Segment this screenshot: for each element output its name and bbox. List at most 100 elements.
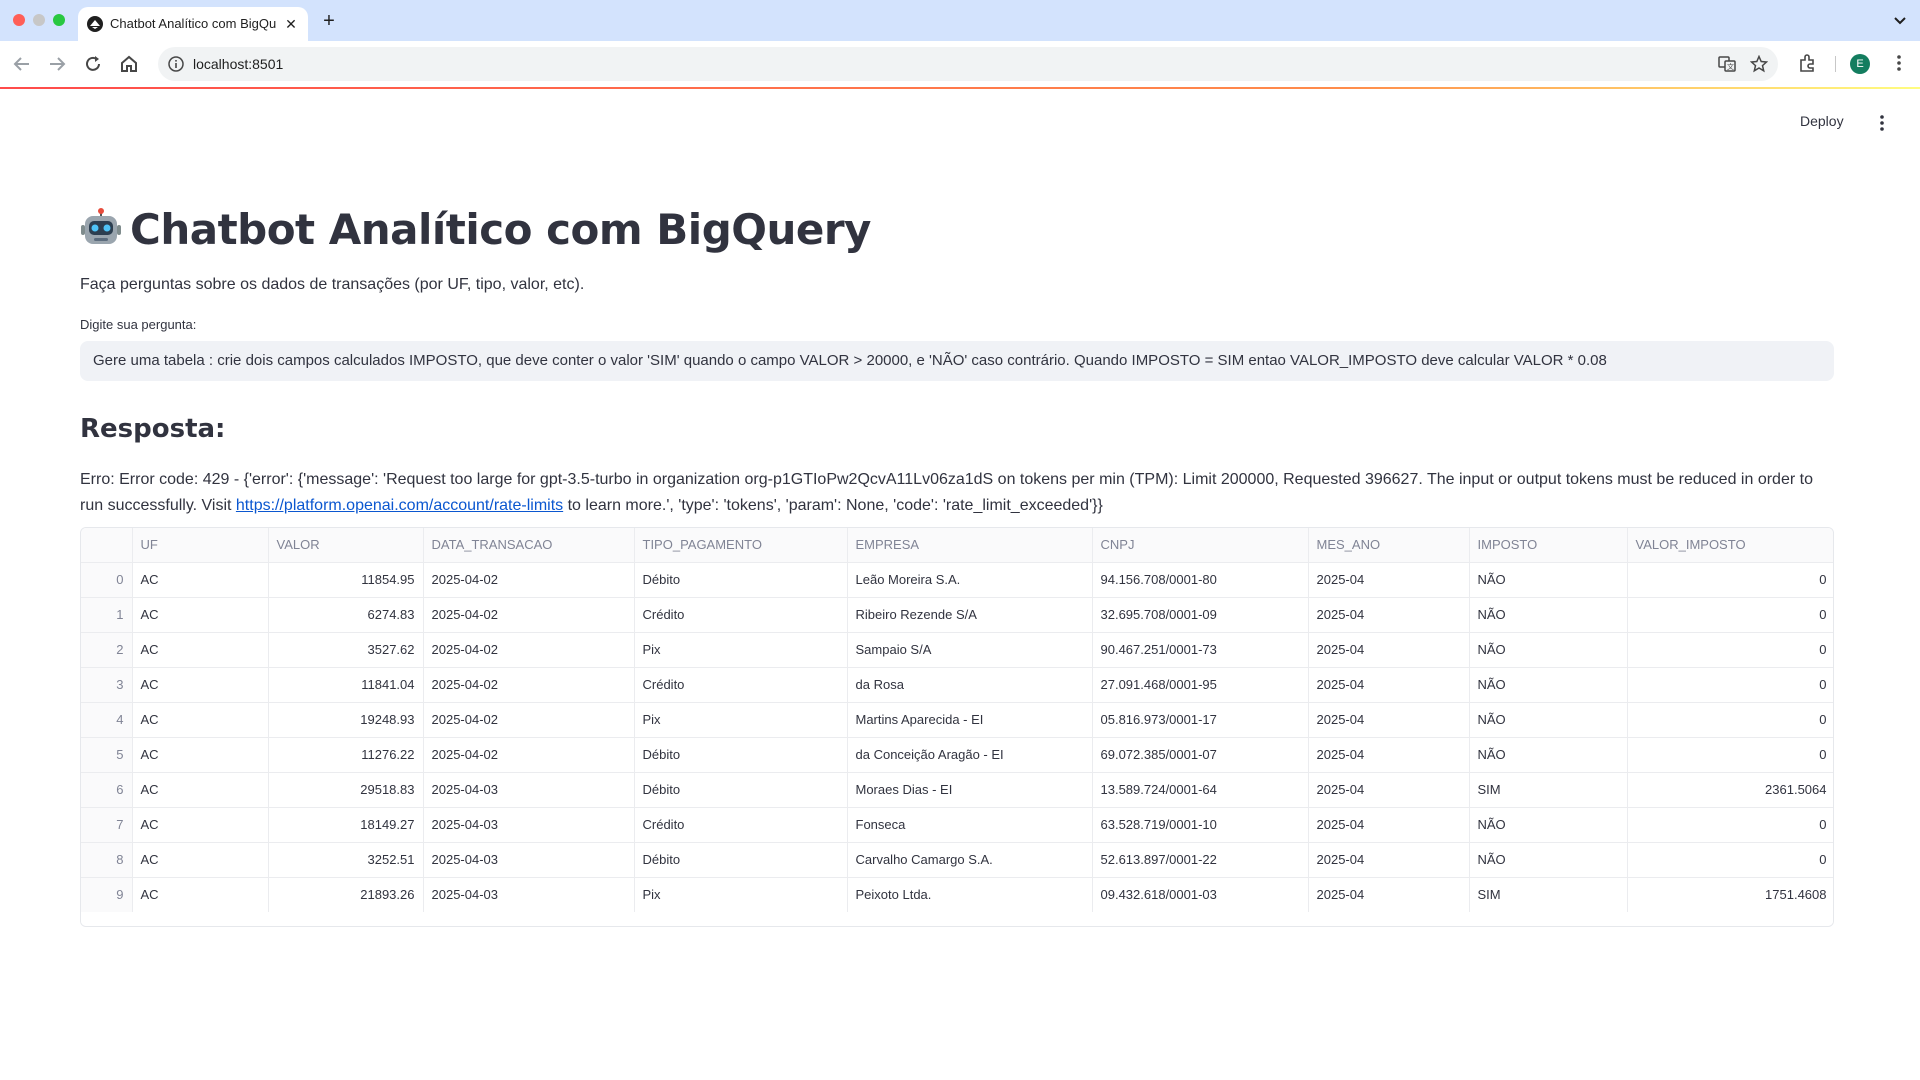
column-header[interactable]: DATA_TRANSACAO — [423, 528, 635, 563]
table-cell[interactable]: 2025-04-03 — [423, 877, 635, 913]
table-cell[interactable]: NÃO — [1469, 562, 1628, 598]
table-cell[interactable]: da Conceição Aragão - EI — [847, 737, 1093, 773]
table-cell[interactable]: 21893.26 — [268, 877, 424, 913]
question-input[interactable]: Gere uma tabela : crie dois campos calcu… — [80, 341, 1834, 381]
table-cell[interactable]: 6274.83 — [268, 597, 424, 633]
table-cell[interactable]: NÃO — [1469, 807, 1628, 843]
table-cell[interactable]: 2025-04 — [1308, 667, 1470, 703]
table-cell[interactable]: Débito — [634, 737, 848, 773]
table-cell[interactable]: 27.091.468/0001-95 — [1092, 667, 1309, 703]
table-cell[interactable]: 0 — [1627, 737, 1833, 773]
table-cell[interactable]: 2025-04 — [1308, 807, 1470, 843]
table-cell[interactable]: 18149.27 — [268, 807, 424, 843]
table-cell[interactable]: 90.467.251/0001-73 — [1092, 632, 1309, 668]
browser-tab[interactable]: Chatbot Analítico com BigQuery ✕ — [78, 7, 308, 41]
table-cell[interactable]: 2025-04 — [1308, 772, 1470, 808]
table-cell[interactable]: 63.528.719/0001-10 — [1092, 807, 1309, 843]
address-bar[interactable]: localhost:8501 文 — [158, 47, 1778, 81]
table-cell[interactable]: 19248.93 — [268, 702, 424, 738]
table-cell[interactable]: AC — [132, 877, 269, 913]
table-cell[interactable]: 11276.22 — [268, 737, 424, 773]
table-cell[interactable]: Sampaio S/A — [847, 632, 1093, 668]
table-cell[interactable]: Débito — [634, 562, 848, 598]
table-cell[interactable]: NÃO — [1469, 667, 1628, 703]
back-arrow-icon[interactable] — [10, 52, 34, 76]
extensions-icon[interactable] — [1797, 52, 1819, 74]
table-cell[interactable]: AC — [132, 737, 269, 773]
column-header[interactable]: EMPRESA — [847, 528, 1093, 563]
table-cell[interactable]: 32.695.708/0001-09 — [1092, 597, 1309, 633]
column-header[interactable]: VALOR — [268, 528, 424, 563]
rate-limits-link[interactable]: https://platform.openai.com/account/rate… — [236, 497, 563, 514]
translate-icon[interactable]: 文 — [1718, 55, 1736, 73]
table-cell[interactable]: AC — [132, 807, 269, 843]
table-cell[interactable]: 0 — [1627, 807, 1833, 843]
window-zoom-button[interactable] — [53, 14, 65, 26]
table-cell[interactable]: 2025-04 — [1308, 632, 1470, 668]
table-cell[interactable]: Leão Moreira S.A. — [847, 562, 1093, 598]
table-cell[interactable]: Pix — [634, 632, 848, 668]
table-cell[interactable]: 2025-04-02 — [423, 737, 635, 773]
table-cell[interactable]: Débito — [634, 842, 848, 878]
table-cell[interactable]: AC — [132, 772, 269, 808]
table-cell[interactable]: Ribeiro Rezende S/A — [847, 597, 1093, 633]
table-cell[interactable]: Crédito — [634, 667, 848, 703]
forward-arrow-icon[interactable] — [45, 52, 69, 76]
table-cell[interactable]: Fonseca — [847, 807, 1093, 843]
table-cell[interactable]: AC — [132, 562, 269, 598]
table-cell[interactable]: AC — [132, 597, 269, 633]
column-header[interactable]: TIPO_PAGAMENTO — [634, 528, 848, 563]
column-header[interactable]: CNPJ — [1092, 528, 1309, 563]
home-icon[interactable] — [117, 52, 141, 76]
table-cell[interactable]: 05.816.973/0001-17 — [1092, 702, 1309, 738]
table-cell[interactable]: AC — [132, 842, 269, 878]
table-cell[interactable]: 0 — [1627, 597, 1833, 633]
table-cell[interactable]: 0 — [1627, 842, 1833, 878]
table-cell[interactable]: NÃO — [1469, 737, 1628, 773]
site-info-icon[interactable] — [168, 56, 184, 72]
table-cell[interactable]: 2025-04-02 — [423, 702, 635, 738]
table-cell[interactable]: 2361.5064 — [1627, 772, 1833, 808]
table-cell[interactable]: 0 — [1627, 632, 1833, 668]
table-cell[interactable]: 2025-04-02 — [423, 562, 635, 598]
table-cell[interactable]: 1751.4608 — [1627, 877, 1833, 913]
table-cell[interactable]: 2025-04 — [1308, 562, 1470, 598]
table-cell[interactable]: AC — [132, 702, 269, 738]
table-cell[interactable]: AC — [132, 667, 269, 703]
table-cell[interactable]: 11854.95 — [268, 562, 424, 598]
table-cell[interactable]: Carvalho Camargo S.A. — [847, 842, 1093, 878]
table-cell[interactable]: 3527.62 — [268, 632, 424, 668]
table-cell[interactable]: 11841.04 — [268, 667, 424, 703]
table-cell[interactable]: da Rosa — [847, 667, 1093, 703]
column-header[interactable]: VALOR_IMPOSTO — [1627, 528, 1833, 563]
table-cell[interactable]: SIM — [1469, 772, 1628, 808]
column-header[interactable]: MES_ANO — [1308, 528, 1470, 563]
table-cell[interactable]: 0 — [1627, 667, 1833, 703]
table-cell[interactable]: 2025-04-02 — [423, 667, 635, 703]
table-cell[interactable]: Moraes Dias - EI — [847, 772, 1093, 808]
bookmark-star-icon[interactable] — [1750, 55, 1768, 73]
table-cell[interactable]: 0 — [1627, 702, 1833, 738]
window-close-button[interactable] — [13, 14, 25, 26]
table-cell[interactable]: Peixoto Ltda. — [847, 877, 1093, 913]
reload-icon[interactable] — [81, 52, 105, 76]
table-cell[interactable]: 0 — [1627, 562, 1833, 598]
column-header[interactable]: IMPOSTO — [1469, 528, 1628, 563]
table-cell[interactable]: 69.072.385/0001-07 — [1092, 737, 1309, 773]
table-cell[interactable]: 2025-04 — [1308, 877, 1470, 913]
table-cell[interactable]: 2025-04 — [1308, 597, 1470, 633]
table-cell[interactable]: 2025-04-02 — [423, 632, 635, 668]
results-dataframe[interactable]: UF VALOR DATA_TRANSACAO TIPO_PAGAMENTO E… — [80, 527, 1834, 927]
tab-search-icon[interactable] — [1890, 10, 1910, 30]
table-cell[interactable]: NÃO — [1469, 702, 1628, 738]
table-cell[interactable]: AC — [132, 632, 269, 668]
table-cell[interactable]: 2025-04-02 — [423, 597, 635, 633]
table-cell[interactable]: Pix — [634, 877, 848, 913]
window-minimize-button[interactable] — [33, 14, 45, 26]
browser-menu-icon[interactable] — [1888, 52, 1910, 74]
table-cell[interactable]: Débito — [634, 772, 848, 808]
table-cell[interactable]: Pix — [634, 702, 848, 738]
table-cell[interactable]: NÃO — [1469, 632, 1628, 668]
table-cell[interactable]: NÃO — [1469, 842, 1628, 878]
column-header[interactable]: UF — [132, 528, 269, 563]
